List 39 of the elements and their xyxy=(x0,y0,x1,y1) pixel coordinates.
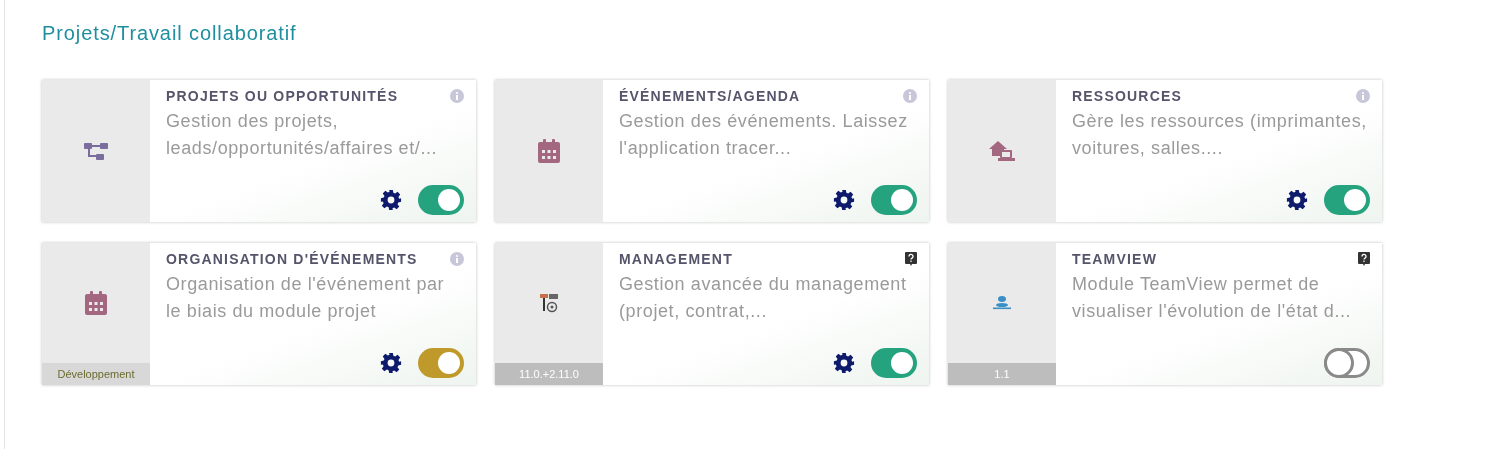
version-label: 11.0.+2.11.0 xyxy=(495,363,603,385)
calendar-icon xyxy=(538,139,560,163)
status-label: Développement xyxy=(42,363,150,385)
toggle-switch[interactable] xyxy=(1324,348,1370,378)
settings-icon[interactable] xyxy=(833,352,855,374)
toggle-switch[interactable] xyxy=(418,185,464,215)
people-icon xyxy=(992,296,1012,310)
settings-icon[interactable] xyxy=(833,189,855,211)
toggle-switch[interactable] xyxy=(871,185,917,215)
module-description: Gère les ressources (imprimantes, voitures, salles.... xyxy=(1072,110,1368,160)
module-name: TEAMVIEW xyxy=(1072,251,1158,267)
module-name: ORGANISATION D'ÉVÉNEMENTS xyxy=(166,251,418,267)
info-icon[interactable] xyxy=(1356,89,1370,103)
help-icon[interactable] xyxy=(905,252,917,266)
module-description: Organisation de l'événement par le biais du module projet xyxy=(166,273,446,323)
module-name: RESSOURCES xyxy=(1072,88,1183,104)
module-name: ÉVÉNEMENTS/AGENDA xyxy=(619,88,801,104)
info-icon[interactable] xyxy=(903,89,917,103)
module-description: Module TeamView permet de visualiser l'évolution de l'état d... xyxy=(1072,273,1353,323)
calendar-icon xyxy=(85,291,107,315)
info-icon[interactable] xyxy=(450,89,464,103)
hierarchy-icon xyxy=(84,140,108,162)
settings-icon[interactable] xyxy=(380,189,402,211)
help-icon[interactable] xyxy=(1358,252,1370,266)
version-label: 1.1 xyxy=(948,363,1056,385)
settings-icon[interactable] xyxy=(1286,189,1308,211)
module-description: Gestion des projets, leads/opportunités/affaires et/... xyxy=(166,110,439,160)
house-laptop-icon xyxy=(989,140,1015,162)
info-icon[interactable] xyxy=(450,252,464,266)
module-name: MANAGEMENT xyxy=(619,251,733,267)
module-description: Gestion des événements. Laissez l'application tracer... xyxy=(619,110,909,160)
toggle-switch[interactable] xyxy=(1324,185,1370,215)
module-description: Gestion avancée du management (projet, contrat,... xyxy=(619,273,908,323)
section-title: Projets/Travail collaboratif xyxy=(42,22,298,45)
module-name: PROJETS OU OPPORTUNITÉS xyxy=(166,88,399,104)
settings-icon[interactable] xyxy=(380,352,402,374)
toggle-switch[interactable] xyxy=(871,348,917,378)
tools-icon xyxy=(540,293,558,313)
toggle-switch[interactable] xyxy=(418,348,464,378)
